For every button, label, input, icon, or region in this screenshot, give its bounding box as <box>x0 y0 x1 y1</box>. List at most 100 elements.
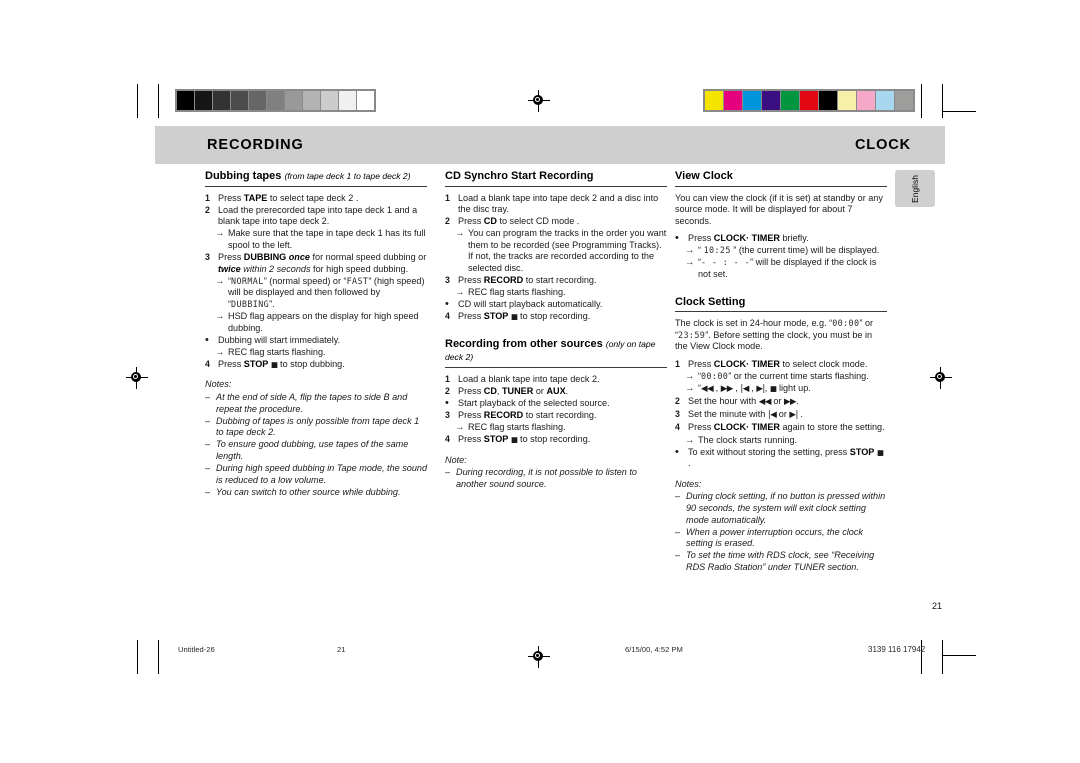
calibration-swatch <box>800 91 818 110</box>
step-item: 1 Press TAPE to select tape deck 2 . <box>205 193 427 205</box>
text-run: Press <box>688 358 714 369</box>
step-marker: 4 <box>445 434 450 444</box>
text-run: Press <box>458 385 484 396</box>
lcd-readout: 00:00 <box>701 371 729 382</box>
emphasis-bold: CLOCK· TIMER <box>713 358 780 369</box>
step-text: Press CLOCK· TIMER again to store the se… <box>688 422 885 432</box>
calibration-swatch <box>857 91 875 110</box>
step-text: “00:00” or the current time starts flash… <box>698 371 869 381</box>
step-marker: → <box>215 228 225 240</box>
text-run: Press <box>688 422 714 433</box>
step-bullet-item: • To exit without storing the setting, pr… <box>675 445 887 470</box>
note-item: During high speed dubbing in Tape mode, … <box>205 463 427 486</box>
text-run: or <box>533 385 547 396</box>
step-marker: • <box>445 396 449 409</box>
chapter-header-band: RECORDING CLOCK <box>155 126 945 164</box>
calibration-swatch <box>249 91 266 110</box>
emphasis-bold: CD <box>483 216 497 227</box>
note-list: During recording, it is not possible to … <box>445 467 667 490</box>
step-sub-item: → “◀◀ , ▶▶ , |◀ , ▶|, ■ light up. <box>675 383 887 396</box>
step-marker: → <box>685 257 695 269</box>
text-run: light up. <box>776 383 811 394</box>
note-item: During recording, it is not possible to … <box>445 467 667 490</box>
step-item: 2 Set the hour with ◀◀ or ▶▶. <box>675 396 887 409</box>
step-marker: 4 <box>675 422 680 433</box>
step-item: 4 Press STOP ■ to stop recording. <box>445 434 667 446</box>
text-run: Press <box>458 434 484 444</box>
step-bullet-item: • Press CLOCK· TIMER briefly. <box>675 233 887 245</box>
transport-glyph: ◀◀ <box>758 397 772 408</box>
notes-dubbing: Notes: At the end of side A, flip the ta… <box>205 379 427 498</box>
step-item: 1 Load a blank tape into tape deck 2. <box>445 374 667 386</box>
emphasis-bold: CLOCK· TIMER <box>713 422 780 433</box>
step-sub-item: → REC flag starts flashing. <box>445 422 667 434</box>
calibration-swatch <box>781 91 799 110</box>
emphasis-italic: within 2 seconds <box>240 263 311 274</box>
calibration-swatch <box>195 91 212 110</box>
text-run: Start playback of the selected source. <box>458 397 610 408</box>
step-item: 2 Press CD to select CD mode . <box>445 216 667 228</box>
step-text: “◀◀ , ▶▶ , |◀ , ▶|, ■ light up. <box>698 383 811 395</box>
step-marker: 3 <box>205 251 210 262</box>
step-sub-item: → “ 10:25 ” (the current time) will be di… <box>675 245 887 257</box>
stop-glyph: ■ <box>510 312 518 322</box>
note-item: During clock setting, if no button is pr… <box>675 491 887 526</box>
grayscale-calibration-strip <box>175 89 376 112</box>
text-run: The clock starts running. <box>698 434 798 445</box>
step-text: Press TAPE to select tape deck 2 . <box>218 193 358 203</box>
calibration-swatch <box>303 91 320 110</box>
lcd-readout: NORMAL <box>231 275 264 286</box>
step-text: The clock starts running. <box>698 435 797 445</box>
lcd-readout: 23:59 <box>678 329 706 340</box>
text-run: . <box>565 385 569 396</box>
step-item: 2 Press CD, TUNER or AUX. <box>445 386 667 398</box>
chapter-title-recording: RECORDING <box>207 137 304 153</box>
text-run: or <box>770 396 784 407</box>
step-marker: 3 <box>445 275 450 286</box>
step-text: “- - : - -” will be displayed if the clo… <box>698 257 876 279</box>
calibration-swatch <box>267 91 284 110</box>
step-text: Make sure that the tape in tape deck 1 h… <box>228 228 426 250</box>
text-run: ”. <box>269 298 275 309</box>
calibration-swatch <box>743 91 761 110</box>
text-run: ”. Before setting the clock, you must be… <box>675 329 873 352</box>
text-run: Press <box>218 251 244 262</box>
step-item: 1 Press CLOCK· TIMER to select clock mode… <box>675 359 887 371</box>
section-heading-clock-setting: Clock Setting <box>675 296 887 313</box>
step-item: 3 Set the minute with |◀ or ▶| . <box>675 409 887 422</box>
calibration-swatch <box>339 91 356 110</box>
emphasis-bold: CD <box>483 385 497 396</box>
step-sub-item: → Make sure that the tape in tape deck 1 … <box>205 228 427 251</box>
text-run: to stop recording. <box>517 311 591 322</box>
transport-glyph: ▶▶ <box>784 397 797 408</box>
step-marker: • <box>675 445 679 458</box>
text-run: ” (normal speed) or “ <box>263 275 347 286</box>
text-run: briefly. <box>779 233 809 244</box>
step-item: 4 Press CLOCK· TIMER again to store the s… <box>675 422 887 434</box>
step-sub-item: → “- - : - -” will be displayed if the cl… <box>675 257 887 280</box>
step-marker: 2 <box>445 385 450 396</box>
note-item: To set the time with RDS clock, see “Rec… <box>675 550 887 573</box>
text-run: to start recording. <box>523 275 597 286</box>
text-run: for high speed dubbing. <box>310 263 409 274</box>
crop-mark-top-left-v2 <box>158 84 159 118</box>
step-marker: 4 <box>445 311 450 322</box>
step-text: “NORMAL” (normal speed) or “FAST” (high … <box>228 276 424 309</box>
step-item: 3 Press RECORD to start recording. <box>445 410 667 422</box>
text-run: ” or the current time starts flashing. <box>728 371 869 382</box>
step-bullet-item: • CD will start playback automatically. <box>445 299 667 311</box>
text-run: Set the hour with <box>688 396 759 407</box>
step-marker: → <box>455 287 465 299</box>
page-number: 21 <box>931 601 942 611</box>
step-text: Press STOP ■ to stop recording. <box>458 434 590 444</box>
stop-glyph: ■ <box>270 359 278 369</box>
scan-footer: Untitled-26 21 6/15/00, 4:52 PM 3139 116… <box>0 645 1080 659</box>
step-marker: 3 <box>445 409 450 420</box>
step-text: Set the minute with |◀ or ▶| . <box>688 409 803 420</box>
step-marker: • <box>205 333 209 346</box>
step-marker: 1 <box>445 192 450 203</box>
emphasis-bold: RECORD <box>483 275 524 286</box>
registration-mark-left <box>126 367 148 389</box>
step-marker: → <box>215 310 225 322</box>
transport-glyph: ▶| <box>756 384 765 395</box>
